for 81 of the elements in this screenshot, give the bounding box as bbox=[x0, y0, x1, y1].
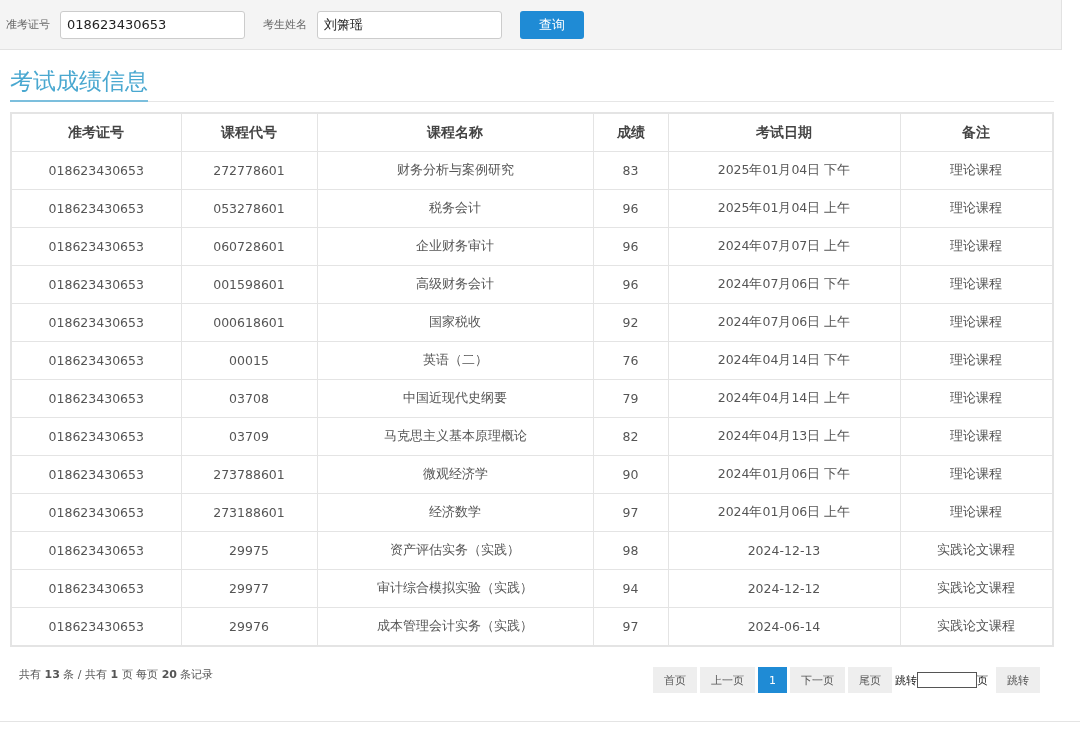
search-field[interactable]: 018623430653 bbox=[60, 10, 245, 39]
table-cell: 90 bbox=[593, 455, 668, 494]
table-cell: 273188601 bbox=[181, 493, 317, 532]
table-cell: 79 bbox=[593, 379, 668, 418]
table-cell: 018623430653 bbox=[11, 569, 181, 608]
table-cell: 03709 bbox=[181, 417, 317, 456]
table-cell: 018623430653 bbox=[11, 341, 181, 380]
table-cell: 018623430653 bbox=[11, 265, 181, 304]
record-summary: 共有 13 条 / 共有 1 页 每页 20 条记录 bbox=[19, 667, 214, 682]
table-cell: 82 bbox=[593, 417, 668, 456]
table-cell: 98 bbox=[593, 531, 668, 570]
section-title: 考试成绩信息 bbox=[10, 66, 148, 102]
table-cell: 资产评估实务（实践） bbox=[317, 531, 593, 570]
table-cell: 2024年07月06日 上午 bbox=[668, 303, 900, 342]
table-cell: 00015 bbox=[181, 341, 317, 380]
jump-label: 跳转 bbox=[895, 672, 917, 688]
table-cell: 2024-12-13 bbox=[668, 531, 900, 570]
table-cell: 053278601 bbox=[181, 189, 317, 228]
table-cell: 96 bbox=[593, 227, 668, 266]
jump-button[interactable]: 跳转 bbox=[996, 667, 1040, 693]
table-cell: 29977 bbox=[181, 569, 317, 608]
table-cell: 微观经济学 bbox=[317, 455, 593, 494]
table-cell: 03708 bbox=[181, 379, 317, 418]
table-cell: 2024年07月06日 下午 bbox=[668, 265, 900, 304]
page-button[interactable]: 下一页 bbox=[790, 667, 845, 693]
table-cell: 018623430653 bbox=[11, 455, 181, 494]
table-cell: 96 bbox=[593, 189, 668, 228]
table-cell: 税务会计 bbox=[317, 189, 593, 228]
table-cell: 2024年01月06日 上午 bbox=[668, 493, 900, 532]
page-button[interactable]: 上一页 bbox=[700, 667, 755, 693]
table-cell: 96 bbox=[593, 265, 668, 304]
table-cell: 018623430653 bbox=[11, 417, 181, 456]
table-cell: 2024年07月07日 上午 bbox=[668, 227, 900, 266]
table-cell: 001598601 bbox=[181, 265, 317, 304]
table-cell: 000618601 bbox=[181, 303, 317, 342]
column-header: 准考证号 bbox=[11, 113, 181, 152]
table-cell: 94 bbox=[593, 569, 668, 608]
page-button[interactable]: 尾页 bbox=[848, 667, 892, 693]
table-cell: 2024-12-12 bbox=[668, 569, 900, 608]
table-cell: 92 bbox=[593, 303, 668, 342]
table-cell: 企业财务审计 bbox=[317, 227, 593, 266]
table-cell: 审计综合模拟实验（实践） bbox=[317, 569, 593, 608]
table-cell: 273788601 bbox=[181, 455, 317, 494]
table-cell: 018623430653 bbox=[11, 303, 181, 342]
query-button[interactable]: 查询 bbox=[520, 10, 584, 39]
table-cell: 018623430653 bbox=[11, 227, 181, 266]
field-label: 考生姓名 bbox=[263, 17, 307, 32]
column-header: 成绩 bbox=[593, 113, 668, 152]
table-cell: 272778601 bbox=[181, 151, 317, 190]
field-label: 准考证号 bbox=[6, 17, 50, 32]
column-header: 课程代号 bbox=[181, 113, 317, 152]
table-cell: 2025年01月04日 下午 bbox=[668, 151, 900, 190]
column-header: 课程名称 bbox=[317, 113, 593, 152]
search-field[interactable]: 刘箫瑶 bbox=[317, 10, 502, 39]
table-cell: 国家税收 bbox=[317, 303, 593, 342]
table-cell: 2024年04月13日 上午 bbox=[668, 417, 900, 456]
table-cell: 018623430653 bbox=[11, 531, 181, 570]
table-cell: 英语（二） bbox=[317, 341, 593, 380]
table-cell: 018623430653 bbox=[11, 379, 181, 418]
table-cell: 018623430653 bbox=[11, 151, 181, 190]
page-input[interactable] bbox=[917, 672, 977, 688]
page-button[interactable]: 首页 bbox=[653, 667, 697, 693]
page-button[interactable]: 1 bbox=[758, 667, 787, 693]
table-cell: 经济数学 bbox=[317, 493, 593, 532]
table-cell: 29975 bbox=[181, 531, 317, 570]
table-cell: 76 bbox=[593, 341, 668, 380]
table-cell: 83 bbox=[593, 151, 668, 190]
table-cell: 财务分析与案例研究 bbox=[317, 151, 593, 190]
table-cell: 2025年01月04日 上午 bbox=[668, 189, 900, 228]
table-cell: 2024年01月06日 下午 bbox=[668, 455, 900, 494]
table-cell: 高级财务会计 bbox=[317, 265, 593, 304]
table-cell: 2024年04月14日 下午 bbox=[668, 341, 900, 380]
table-cell: 97 bbox=[593, 493, 668, 532]
table-cell: 018623430653 bbox=[11, 493, 181, 532]
page-unit-label: 页 bbox=[977, 672, 988, 688]
table-cell: 060728601 bbox=[181, 227, 317, 266]
table-cell: 中国近现代史纲要 bbox=[317, 379, 593, 418]
table-cell: 018623430653 bbox=[11, 189, 181, 228]
table-cell: 2024年04月14日 上午 bbox=[668, 379, 900, 418]
column-header: 考试日期 bbox=[668, 113, 900, 152]
table-cell: 马克思主义基本原理概论 bbox=[317, 417, 593, 456]
